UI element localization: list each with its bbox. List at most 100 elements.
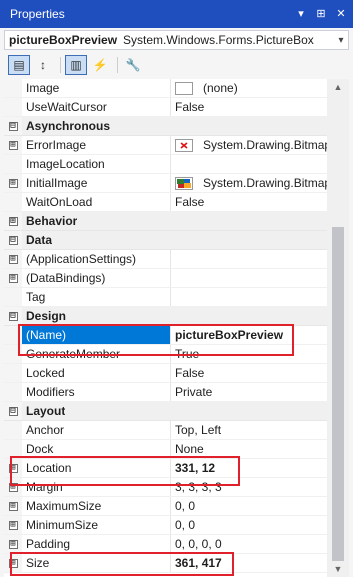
category-design[interactable]: ⊟ Design [4,307,327,326]
property-value[interactable]: None [171,440,327,458]
property-value[interactable]: 3, 3, 3, 3 [171,478,327,496]
property-value[interactable]: 0, 0 [171,497,327,515]
error-image-icon [175,138,193,152]
scroll-down-icon[interactable]: ▼ [327,561,349,577]
property-row[interactable]: ⊞ ErrorImage System.Drawing.Bitmap [4,136,327,155]
object-selector[interactable]: pictureBoxPreview System.Windows.Forms.P… [4,30,349,50]
property-value[interactable]: Top, Left [171,421,327,439]
property-value[interactable] [171,155,327,173]
expand-icon[interactable]: ⊞ [4,459,22,477]
row-gutter [4,326,22,344]
property-row[interactable]: ⊞ Margin 3, 3, 3, 3 [4,478,327,497]
property-value[interactable] [171,288,327,306]
property-name: Image [22,79,171,97]
property-value-text: True [175,347,200,361]
category-label: Data [26,233,53,247]
property-row[interactable]: UseWaitCursor False [4,98,327,117]
property-value[interactable]: False [171,364,327,382]
property-row[interactable]: ⊞ MaximumSize 0, 0 [4,497,327,516]
property-value[interactable]: 0, 0, 0, 0 [171,535,327,553]
property-grid: Image (none) UseWaitCursor False ⊟ Asynchrono… [4,79,327,577]
object-type: System.Windows.Forms.PictureBox [123,33,314,47]
scroll-thumb[interactable] [332,227,344,561]
category-expander-icon[interactable]: ⊟ [4,231,22,249]
property-row[interactable]: ⊞ Size 361, 417 [4,554,327,573]
property-name: InitialImage [22,174,171,192]
property-value[interactable]: True [171,345,327,363]
expand-icon[interactable]: ⊞ [4,535,22,553]
property-name: Size [22,554,171,572]
property-value-text: System.Drawing.Bitmap [203,138,327,152]
property-name: Modifiers [22,383,171,401]
initial-image-icon [175,176,193,190]
property-name: MaximumSize [22,497,171,515]
property-row[interactable]: ⊞ (DataBindings) [4,269,327,288]
pin-icon[interactable]: ⊞ [313,6,329,22]
properties-window: Properties ▾ ⊞ ✕ pictureBoxPreview Syste… [0,0,353,577]
close-icon[interactable]: ✕ [333,6,349,22]
property-row[interactable]: ⊞ Padding 0, 0, 0, 0 [4,535,327,554]
property-value[interactable]: System.Drawing.Bitmap [171,174,327,192]
property-name: MinimumSize [22,516,171,534]
row-gutter [4,364,22,382]
categorized-icon[interactable]: ▤ [8,55,30,75]
property-row[interactable]: ImageLocation [4,155,327,174]
property-value[interactable]: 361, 417 [171,554,327,572]
property-value[interactable]: (none) [171,79,327,97]
property-row[interactable]: Dock None [4,440,327,459]
category-expander-icon[interactable]: ⊟ [4,402,22,420]
category-expander-icon[interactable]: ⊟ [4,117,22,135]
property-row[interactable]: ⊞ InitialImage System.Drawing.Bitmap [4,174,327,193]
property-row[interactable]: Tag [4,288,327,307]
property-row[interactable]: Locked False [4,364,327,383]
property-name: GenerateMember [22,345,171,363]
property-row[interactable]: ⊞ Location 331, 12 [4,459,327,478]
property-value-text: 3, 3, 3, 3 [175,480,222,494]
expand-icon[interactable]: ⊞ [4,497,22,515]
property-row[interactable]: Anchor Top, Left [4,421,327,440]
window-menu-dropdown-icon[interactable]: ▾ [293,6,309,22]
property-value-text: pictureBoxPreview [175,328,284,342]
expand-icon[interactable]: ⊞ [4,136,22,154]
property-row[interactable]: Modifiers Private [4,383,327,402]
property-row[interactable]: ⊞ MinimumSize 0, 0 [4,516,327,535]
expand-icon[interactable]: ⊞ [4,554,22,572]
row-gutter [4,155,22,173]
expand-icon[interactable]: ⊞ [4,269,22,287]
category-data[interactable]: ⊟ Data [4,231,327,250]
property-row[interactable]: WaitOnLoad False [4,193,327,212]
property-row[interactable]: GenerateMember True [4,345,327,364]
expand-icon[interactable]: ⊞ [4,516,22,534]
alphabetical-icon[interactable]: ↕ [32,55,54,75]
property-value[interactable]: False [171,98,327,116]
category-expander-icon[interactable]: ⊞ [4,212,22,230]
property-pages-icon[interactable]: 🔧 [122,55,144,75]
property-value[interactable]: False [171,193,327,211]
property-row[interactable]: (Name) pictureBoxPreview [4,326,327,345]
expand-icon[interactable]: ⊞ [4,478,22,496]
row-gutter [4,193,22,211]
property-value[interactable]: 331, 12 [171,459,327,477]
property-row[interactable]: ⊞ (ApplicationSettings) [4,250,327,269]
events-icon[interactable]: ⚡ [89,55,111,75]
chevron-down-icon[interactable]: ▾ [334,35,348,46]
category-layout[interactable]: ⊟ Layout [4,402,327,421]
property-value[interactable]: Private [171,383,327,401]
expand-icon[interactable]: ⊞ [4,250,22,268]
category-asynchronous[interactable]: ⊟ Asynchronous [4,117,327,136]
property-value[interactable] [171,250,327,268]
property-value-text: False [175,195,205,209]
scroll-up-icon[interactable]: ▲ [327,79,349,95]
property-value[interactable]: 0, 0 [171,516,327,534]
category-behavior[interactable]: ⊞ Behavior [4,212,327,231]
properties-toolbar: ▤ ↕ ▥ ⚡ 🔧 [0,53,353,77]
properties-icon[interactable]: ▥ [65,55,87,75]
category-expander-icon[interactable]: ⊟ [4,307,22,325]
property-value[interactable]: System.Drawing.Bitmap [171,136,327,154]
vertical-scrollbar[interactable]: ▲ ▼ [327,79,349,577]
property-value[interactable]: pictureBoxPreview [171,326,327,344]
property-value[interactable] [171,269,327,287]
expand-icon[interactable]: ⊞ [4,174,22,192]
property-row[interactable]: Image (none) [4,79,327,98]
property-name: WaitOnLoad [22,193,171,211]
